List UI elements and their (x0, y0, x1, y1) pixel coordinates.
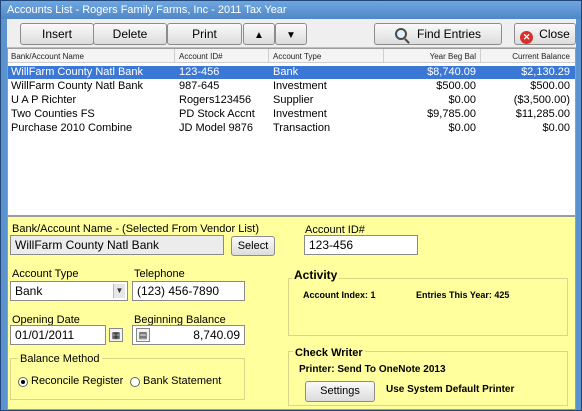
header-current-balance: Current Balance (512, 52, 570, 61)
row-current-balance: $0.00 (542, 122, 570, 134)
table-row[interactable]: Purchase 2010 Combine JD Model 9876 Tran… (8, 122, 575, 135)
move-down-button[interactable]: ▼ (275, 23, 307, 45)
header-account-type: Account Type (273, 52, 322, 61)
row-account-id: 123-456 (179, 66, 220, 78)
row-current-balance: $500.00 (530, 80, 570, 92)
find-entries-button[interactable]: Find Entries (374, 23, 502, 45)
row-current-balance: ($3,500.00) (513, 94, 570, 106)
row-name: Purchase 2010 Combine (11, 122, 133, 134)
row-current-balance: $11,285.00 (515, 108, 570, 120)
row-year-beg-bal: $8,740.09 (427, 66, 476, 78)
arrow-down-icon: ▼ (286, 30, 296, 41)
arrow-up-icon: ▲ (254, 30, 264, 41)
find-entries-label: Find Entries (416, 27, 482, 41)
print-button[interactable]: Print (167, 23, 242, 45)
header-year-beg-bal: Year Beg Bal (429, 52, 476, 61)
calculator-icon[interactable]: ▤ (136, 328, 150, 342)
settings-button[interactable]: Settings (305, 381, 375, 402)
accounts-list-window: Accounts List - Rogers Family Farms, Inc… (0, 0, 582, 411)
account-id-field[interactable]: 123-456 (304, 235, 418, 255)
account-index: Account Index: 1 (303, 290, 376, 300)
reconcile-register-label: Reconcile Register (31, 375, 124, 387)
default-printer-label: Use System Default Printer (386, 384, 515, 395)
row-name: WillFarm County Natl Bank (11, 80, 144, 92)
table-row[interactable]: U A P Richter Rogers123456 Supplier $0.0… (8, 94, 575, 107)
activity-title: Activity (292, 268, 340, 282)
table-row[interactable]: WillFarm County Natl Bank 987-645 Invest… (8, 80, 575, 93)
bank-statement-radio[interactable] (130, 377, 140, 387)
row-account-type: Investment (273, 80, 327, 92)
table-row[interactable]: WillFarm County Natl Bank 123-456 Bank $… (8, 66, 575, 79)
row-year-beg-bal: $0.00 (448, 122, 476, 134)
activity-group (288, 278, 568, 336)
row-name: Two Counties FS (11, 108, 95, 120)
row-account-id: Rogers123456 (179, 94, 252, 106)
row-account-id: 987-645 (179, 80, 220, 92)
bank-statement-label: Bank Statement (143, 375, 222, 387)
telephone-field[interactable]: (123) 456-7890 (132, 281, 245, 301)
magnifier-icon (394, 28, 407, 40)
reconcile-register-radio[interactable] (18, 377, 28, 387)
row-name: WillFarm County Natl Bank (11, 66, 144, 78)
row-current-balance: $2,130.29 (521, 66, 570, 78)
balance-method-label: Balance Method (18, 353, 102, 365)
telephone-label: Telephone (134, 268, 185, 280)
close-button[interactable]: ✕ Close (514, 23, 576, 45)
move-up-button[interactable]: ▲ (243, 23, 275, 45)
account-name-field: WillFarm County Natl Bank (10, 235, 224, 255)
beginning-balance-value: 8,740.09 (193, 328, 240, 342)
accounts-list[interactable]: Bank/Account Name Account ID# Account Ty… (7, 48, 576, 216)
row-account-id: PD Stock Accnt (179, 108, 255, 120)
account-name-label: Bank/Account Name - (Selected From Vendo… (12, 223, 259, 235)
header-name: Bank/Account Name (11, 52, 84, 61)
printer-label: Printer: Send To OneNote 2013 (299, 364, 446, 375)
entries-this-year: Entries This Year: 425 (416, 290, 510, 300)
row-account-type: Bank (273, 66, 299, 78)
account-type-label: Account Type (12, 268, 79, 280)
window-title: Accounts List - Rogers Family Farms, Inc… (1, 1, 581, 19)
calendar-icon[interactable]: ▦ (109, 328, 123, 342)
toolbar: Insert Delete Print ▲ ▼ Find Entries ✕ Cl… (7, 19, 576, 48)
opening-date-field[interactable]: 01/01/2011 (10, 325, 106, 345)
chevron-down-icon: ▼ (113, 284, 125, 298)
account-type-value: Bank (15, 284, 43, 298)
row-year-beg-bal: $500.00 (436, 80, 476, 92)
row-account-id: JD Model 9876 (179, 122, 253, 134)
select-vendor-button[interactable]: Select (231, 236, 275, 256)
header-account-id: Account ID# (179, 52, 223, 61)
insert-button[interactable]: Insert (20, 23, 94, 45)
close-label: Close (539, 27, 570, 41)
check-writer-title: Check Writer (293, 347, 365, 359)
table-row[interactable]: Two Counties FS PD Stock Accnt Investmen… (8, 108, 575, 121)
row-year-beg-bal: $0.00 (448, 94, 476, 106)
account-detail-panel: Bank/Account Name - (Selected From Vendo… (7, 216, 576, 410)
row-account-type: Transaction (273, 122, 331, 134)
list-header: Bank/Account Name Account ID# Account Ty… (8, 49, 575, 63)
row-account-type: Investment (273, 108, 327, 120)
row-name: U A P Richter (11, 94, 77, 106)
close-circle-icon: ✕ (520, 31, 534, 44)
row-account-type: Supplier (273, 94, 314, 106)
delete-button[interactable]: Delete (93, 23, 167, 45)
account-type-select[interactable]: Bank ▼ (10, 281, 128, 301)
row-year-beg-bal: $9,785.00 (427, 108, 476, 120)
